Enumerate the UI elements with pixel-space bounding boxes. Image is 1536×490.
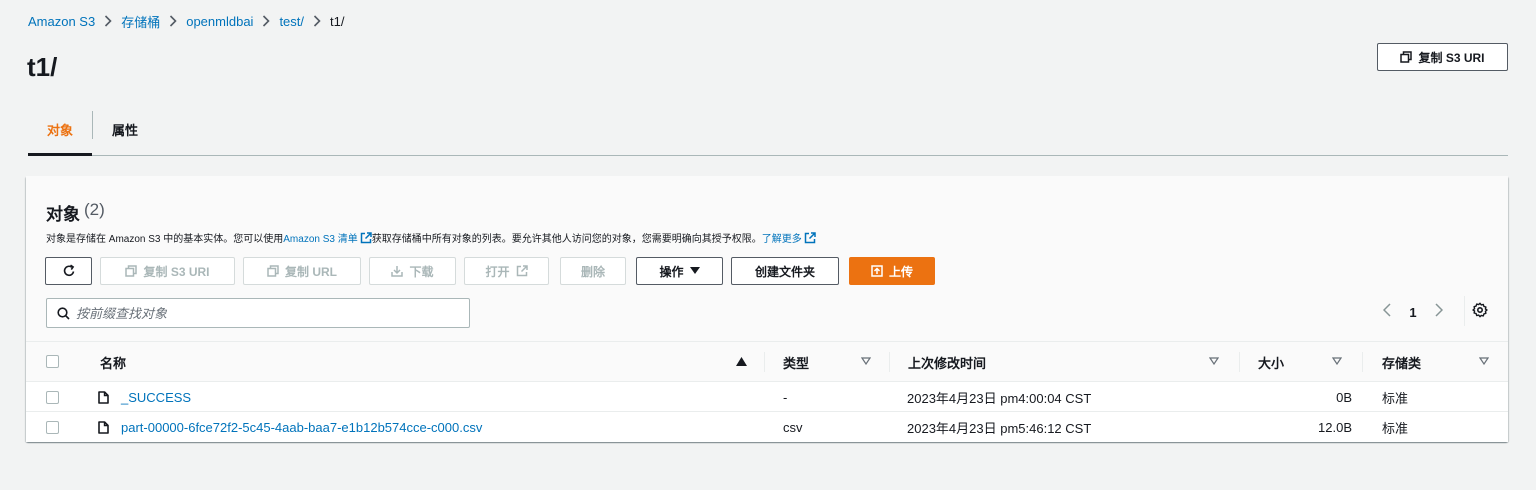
breadcrumb-amazon-s3[interactable]: Amazon S3 [28,14,95,29]
caret-down-icon [689,267,700,274]
pagination: 1 [1374,300,1452,324]
copy-s3-uri-button[interactable]: 复制 S3 URI [100,257,235,285]
tab-properties[interactable]: 属性 [93,108,157,155]
sort-ascending-icon[interactable] [736,357,747,366]
copy-url-button[interactable]: 复制 URL [243,257,361,285]
previous-page-icon[interactable] [1374,302,1400,322]
refresh-icon [63,264,74,277]
sort-descending-icon[interactable] [1479,357,1489,365]
breadcrumb-current: t1/ [330,13,345,29]
open-label: 打开 [485,264,510,279]
objects-panel-header: 对象 (2) 对象是存储在 Amazon S3 中的基本实体。您可以使用 Ama… [26,176,1508,342]
breadcrumb-buckets[interactable]: 存储桶 [121,12,160,31]
copy-s3-uri-label: 复制 S3 URI [143,264,210,279]
copy-icon [125,265,138,277]
settings-gear-icon[interactable] [1472,302,1488,321]
object-type: csv [783,420,803,435]
object-type: - [783,390,788,405]
object-last-modified: 2023年4月23日 pm5:46:12 CST [907,421,1092,436]
tab-bar: 对象 属性 [28,108,1508,156]
sort-descending-icon[interactable] [1332,357,1342,365]
file-icon [98,391,109,404]
settings-divider [1464,296,1465,326]
objects-count: (2) [84,200,105,219]
inventory-link-label: Amazon S3 清单 [283,234,358,245]
breadcrumb-folder-test[interactable]: test/ [279,14,304,29]
copy-s3-uri-header-button[interactable]: 复制 S3 URI [1377,43,1508,71]
row-checkbox[interactable] [46,390,59,404]
external-link-icon [804,231,816,243]
table-row[interactable]: part-00000-6fce72f2-5c45-4aab-baa7-e1b12… [26,413,1508,442]
refresh-button[interactable] [45,257,92,285]
chevron-right-icon [169,15,177,27]
delete-button[interactable]: 删除 [560,257,626,285]
upload-icon [871,265,883,277]
actions-dropdown[interactable]: 操作 [636,257,723,285]
description-text-1: 对象是存储在 Amazon S3 中的基本实体。您可以使用 [46,234,284,245]
row-select-cell [46,413,59,442]
column-header-name[interactable]: 名称 [100,342,126,382]
column-header-size[interactable]: 大小 [1258,342,1284,382]
copy-s3-uri-header-label: 复制 S3 URI [1418,50,1485,65]
column-divider [1239,352,1240,372]
column-header-last-modified[interactable]: 上次修改时间 [908,342,986,382]
object-name-link[interactable]: _SUCCESS [121,383,191,412]
column-divider [889,352,890,372]
objects-panel-description: 对象是存储在 Amazon S3 中的基本实体。您可以使用 Amazon S3 … [46,230,816,245]
select-all-checkbox[interactable] [46,355,59,368]
search-icon [57,306,70,320]
column-header-storage-class[interactable]: 存储类 [1382,342,1421,382]
table-row[interactable]: _SUCCESS - 2023年4月23日 pm4:00:04 CST 0B 标… [26,383,1508,412]
column-header-type[interactable]: 类型 [783,342,809,382]
chevron-right-icon [262,15,271,27]
external-link-icon [516,265,528,277]
objects-panel-title: 对象 [46,205,80,224]
object-storage-class: 标准 [1382,391,1409,406]
sort-descending-icon[interactable] [861,357,871,365]
learn-more-link[interactable]: 了解更多 [762,230,816,245]
tab-objects[interactable]: 对象 [28,108,93,156]
create-folder-label: 创建文件夹 [754,264,815,279]
object-size: 12.0B [1318,420,1352,435]
delete-label: 删除 [580,264,605,279]
search-field[interactable] [46,298,470,328]
column-divider [1362,352,1363,372]
file-icon [98,421,109,434]
copy-icon [1400,51,1413,63]
copy-url-label: 复制 URL [285,264,337,279]
object-name-link[interactable]: part-00000-6fce72f2-5c45-4aab-baa7-e1b12… [121,413,482,442]
actions-label: 操作 [659,264,684,279]
row-select-cell [46,383,59,411]
copy-icon [267,265,279,277]
description-text-2: 获取存储桶中所有对象的列表。要允许其他人访问您的对象，您需要明确向其授予权限。 [371,234,762,245]
current-page-number[interactable]: 1 [1400,305,1426,320]
upload-button[interactable]: 上传 [849,257,935,285]
inventory-link[interactable]: Amazon S3 清单 [283,230,372,245]
create-folder-button[interactable]: 创建文件夹 [731,257,839,285]
external-link-icon [360,231,372,243]
breadcrumb-bucket[interactable]: openmldbai [186,14,253,29]
learn-more-label: 了解更多 [761,234,802,245]
chevron-right-icon [104,15,112,27]
objects-table-header: 名称 类型 上次修改时间 大小 存储类 [26,342,1508,382]
row-checkbox[interactable] [46,421,59,434]
object-size: 0B [1336,390,1352,405]
object-last-modified: 2023年4月23日 pm4:00:04 CST [907,391,1092,406]
page-title: t1/ [27,52,58,82]
column-divider [764,352,765,372]
breadcrumb: Amazon S3 存储桶 openmldbai test/ t1/ [28,12,344,30]
object-storage-class: 标准 [1382,421,1409,436]
search-input[interactable] [76,305,436,321]
upload-label: 上传 [888,264,913,279]
next-page-icon[interactable] [1426,302,1452,322]
chevron-right-icon [313,15,321,27]
download-label: 下载 [409,264,434,279]
sort-descending-icon[interactable] [1209,357,1219,365]
download-icon [391,266,404,277]
objects-panel: 对象 (2) 对象是存储在 Amazon S3 中的基本实体。您可以使用 Ama… [26,176,1508,442]
download-button[interactable]: 下载 [369,257,456,285]
open-button[interactable]: 打开 [464,257,549,285]
select-all-cell [46,342,59,381]
